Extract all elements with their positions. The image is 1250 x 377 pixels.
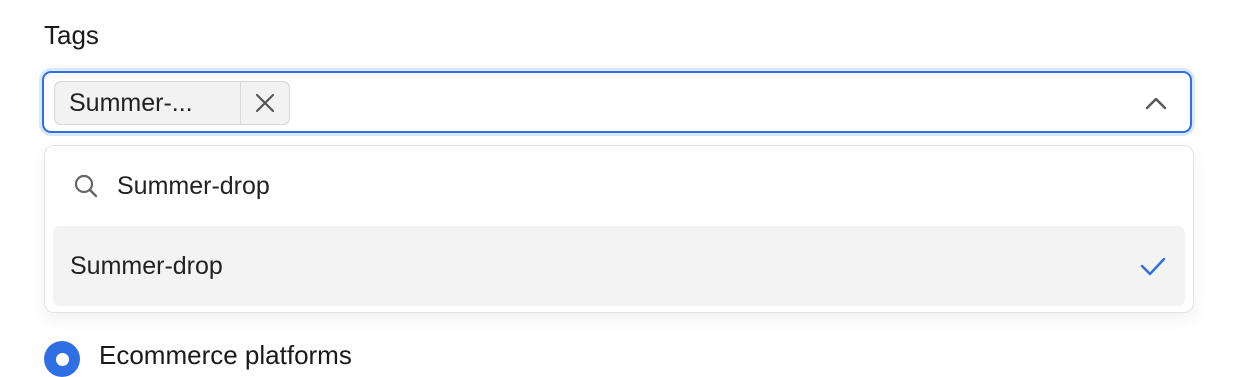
dropdown-search xyxy=(45,146,1193,226)
chevron-up-icon xyxy=(1145,97,1167,110)
radio-ecommerce-platforms[interactable]: Ecommerce platforms xyxy=(44,335,352,377)
search-icon xyxy=(73,173,99,199)
radio-label: Ecommerce platforms xyxy=(99,339,352,370)
tags-dropdown: Summer-drop xyxy=(44,145,1194,313)
option-summer-drop[interactable]: Summer-drop xyxy=(53,226,1185,306)
tags-select[interactable]: Summer-... xyxy=(42,71,1192,133)
option-label: Summer-drop xyxy=(70,251,223,280)
radio-button[interactable] xyxy=(44,341,80,377)
search-input[interactable] xyxy=(117,171,1017,201)
tag-chip: Summer-... xyxy=(54,81,290,125)
radio-dot xyxy=(55,352,69,366)
dropdown-toggle-button[interactable] xyxy=(1144,91,1168,115)
tags-label: Tags xyxy=(44,20,99,50)
check-icon xyxy=(1139,252,1167,280)
close-icon xyxy=(255,93,275,113)
tag-chip-remove-button[interactable] xyxy=(241,82,289,124)
tag-chip-label: Summer-... xyxy=(55,82,241,124)
